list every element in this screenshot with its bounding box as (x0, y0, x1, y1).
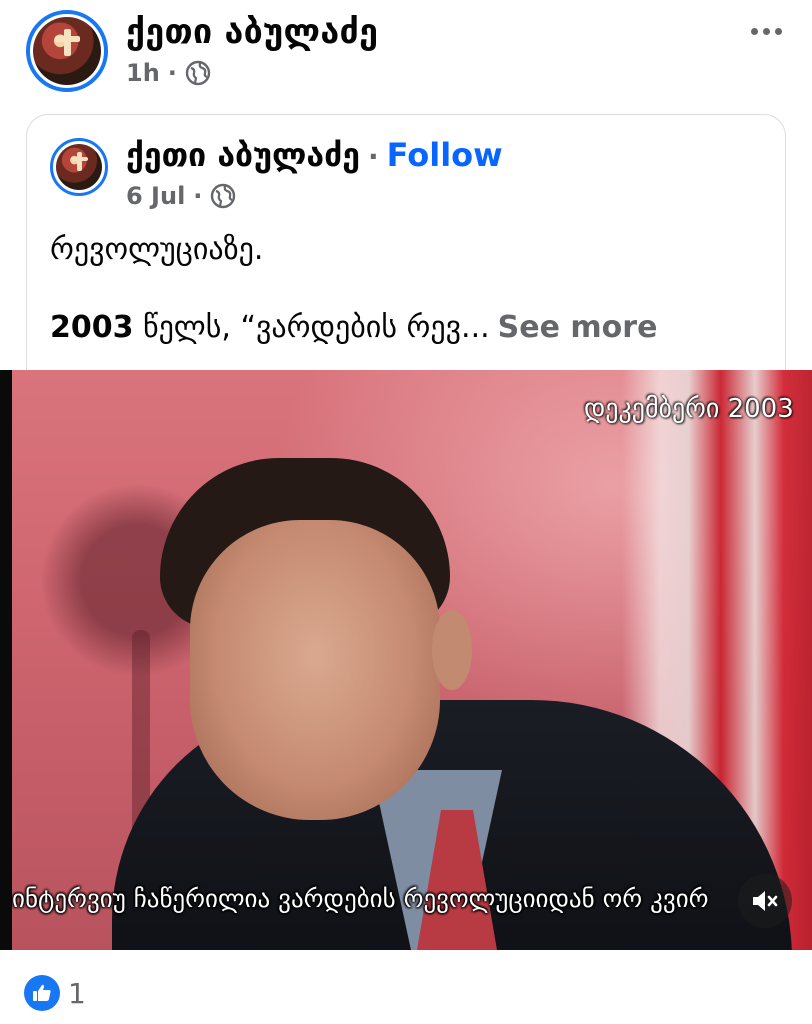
video-frame (12, 370, 812, 950)
shared-author-avatar[interactable] (50, 138, 108, 196)
reaction-count: 1 (68, 976, 86, 1010)
follow-button[interactable]: Follow (387, 136, 503, 174)
post-text-line: რევოლუციაზე. (50, 232, 264, 267)
more-options-icon[interactable] (744, 14, 788, 48)
avatar-image (33, 17, 101, 85)
video-date-overlay: დეკემბერი 2003 (584, 394, 794, 424)
like-icon (24, 975, 60, 1011)
video-player[interactable]: დეკემბერი 2003 ინტერვიუ ჩაწერილია ვარდებ… (0, 370, 812, 950)
globe-icon (185, 60, 211, 86)
post-text-rest: წელს, “ვარდების რევ... (133, 310, 490, 345)
author-avatar[interactable] (26, 10, 108, 92)
post-text-year: 2003 (50, 310, 134, 345)
muted-speaker-icon[interactable] (738, 874, 792, 928)
reactions-summary[interactable]: 1 (24, 974, 86, 1012)
post-meta: 1h · (126, 58, 211, 88)
shared-header: ქეთი აბულაძე · Follow (126, 136, 503, 174)
name-separator: · (368, 140, 379, 173)
shared-post-meta: 6 Jul · (126, 180, 236, 212)
shared-post-date[interactable]: 6 Jul (126, 182, 185, 210)
meta-separator: · (193, 182, 203, 210)
post-text-preview: 2003 წელს, “ვარდების რევ... See more (50, 310, 657, 345)
see-more-link[interactable]: See more (498, 310, 658, 345)
author-name[interactable]: ქეთი აბულაძე (126, 12, 378, 52)
globe-icon (210, 183, 236, 209)
shared-author-name[interactable]: ქეთი აბულაძე (126, 136, 360, 174)
meta-separator: · (167, 59, 177, 87)
avatar-image (56, 144, 102, 190)
post-time[interactable]: 1h (126, 59, 160, 87)
video-subtitle: ინტერვიუ ჩაწერილია ვარდების რევოლუციიდან… (12, 884, 709, 913)
